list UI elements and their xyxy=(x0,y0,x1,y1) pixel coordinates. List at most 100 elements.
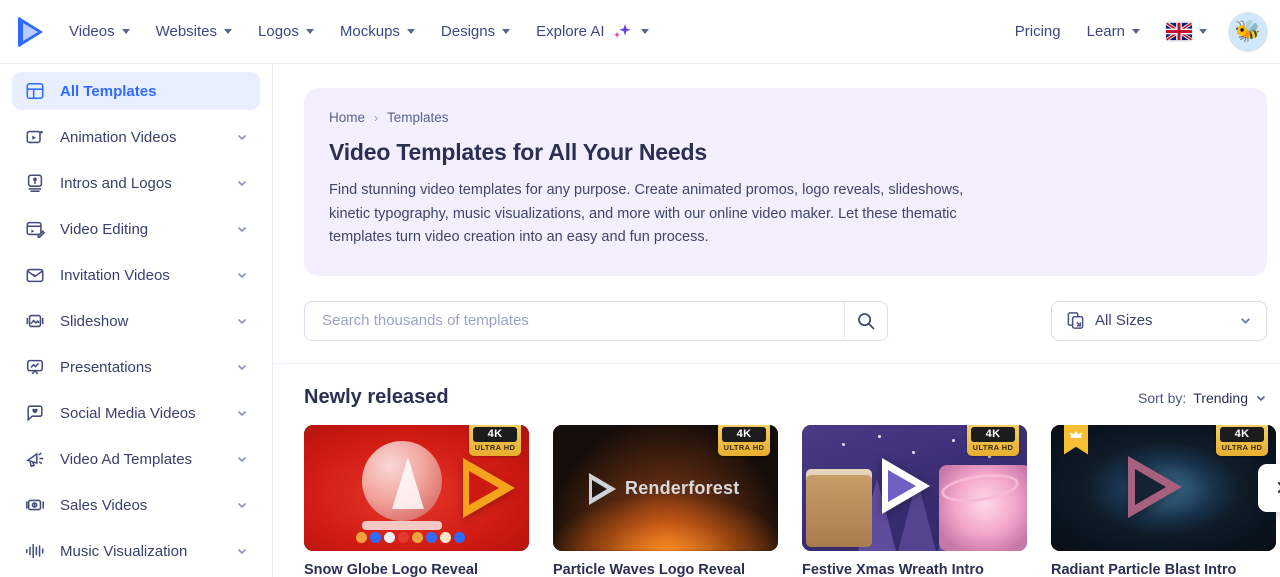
sidebar-item-presentations[interactable]: Presentations xyxy=(12,348,260,386)
sidebar-item-sales-videos[interactable]: Sales Videos xyxy=(12,486,260,524)
sidebar-label: Social Media Videos xyxy=(60,404,196,422)
sidebar: All Templates Animation Videos Intros an… xyxy=(0,64,273,577)
globe-base xyxy=(362,520,442,530)
sidebar-item-intros-and-logos[interactable]: Intros and Logos xyxy=(12,164,260,202)
crown-icon xyxy=(1070,430,1082,438)
quality-badge-sub: ULTRA HD xyxy=(972,442,1014,452)
carousel-next-button[interactable] xyxy=(1258,463,1280,512)
aspect-ratio-icon xyxy=(1067,312,1084,329)
chevron-right-icon: › xyxy=(374,110,379,125)
quality-badge: 4K ULTRA HD xyxy=(718,424,770,456)
sidebar-item-social-media-videos[interactable]: Social Media Videos xyxy=(12,394,260,432)
template-thumbnail[interactable]: 4K ULTRA HD xyxy=(1051,424,1276,551)
chevron-down-icon xyxy=(305,29,314,34)
nav-item-videos[interactable]: Videos xyxy=(56,15,143,48)
renderforest-logo xyxy=(18,16,43,47)
chevron-down-icon xyxy=(237,456,247,463)
video-edit-icon xyxy=(24,218,46,240)
top-header: Videos Websites Logos Mockups Designs Ex… xyxy=(0,0,1280,64)
template-title: Snow Globe Logo Reveal xyxy=(304,561,479,577)
quality-badge-main: 4K xyxy=(971,426,1015,442)
sidebar-item-animation-videos[interactable]: Animation Videos xyxy=(12,118,260,156)
chevron-down-icon xyxy=(237,364,247,371)
nav-item-websites[interactable]: Websites xyxy=(143,15,245,48)
pricing-link[interactable]: Pricing xyxy=(1004,15,1072,48)
template-thumbnail[interactable]: 4K ULTRA HD xyxy=(802,424,1027,551)
ornament xyxy=(412,531,423,543)
chevron-down-icon xyxy=(237,134,247,141)
quality-badge-sub: ULTRA HD xyxy=(1221,442,1263,452)
waveform-icon xyxy=(24,540,46,562)
breadcrumb-home[interactable]: Home xyxy=(329,110,365,125)
sidebar-label: Slideshow xyxy=(60,312,129,330)
nav-label-mockups: Mockups xyxy=(339,23,400,40)
page-title: Video Templates for All Your Needs xyxy=(329,139,707,165)
invitation-icon xyxy=(24,264,46,286)
sidebar-label: Animation Videos xyxy=(60,128,177,146)
learn-menu[interactable]: Learn xyxy=(1076,15,1151,48)
template-card[interactable]: 4K ULTRA HD Snow Globe Logo Reveal xyxy=(304,424,529,577)
sidebar-label: Invitation Videos xyxy=(60,266,170,284)
ornament xyxy=(370,531,381,543)
page-description: Find stunning video templates for any pu… xyxy=(329,182,964,245)
ornament xyxy=(356,531,367,543)
sidebar-item-slideshow[interactable]: Slideshow xyxy=(12,302,260,340)
template-card[interactable]: 4K ULTRA HD Radiant Particle Blast Intro xyxy=(1051,424,1276,577)
snow-dot xyxy=(952,438,955,442)
template-title: Radiant Particle Blast Intro xyxy=(1051,561,1237,577)
chevron-down-icon xyxy=(406,29,415,34)
template-card[interactable]: Renderforest 4K ULTRA HD Particle Waves … xyxy=(553,424,778,577)
ornament xyxy=(440,531,451,543)
sidebar-label: Intros and Logos xyxy=(60,174,172,192)
snow-dot xyxy=(842,442,845,446)
section-header: Newly released Sort by: Trending xyxy=(304,386,1267,409)
sort-control[interactable]: Sort by: Trending xyxy=(1138,390,1267,406)
megaphone-icon xyxy=(24,448,46,470)
sizes-filter-dropdown[interactable]: All Sizes xyxy=(1051,300,1267,341)
quality-badge-sub: ULTRA HD xyxy=(474,442,516,452)
search-button[interactable] xyxy=(844,301,887,340)
template-title: Festive Xmas Wreath Intro xyxy=(802,561,984,577)
chevron-down-icon xyxy=(237,226,247,233)
ornament xyxy=(426,531,437,543)
nav-item-mockups[interactable]: Mockups xyxy=(327,15,428,48)
nav-label-videos: Videos xyxy=(69,23,115,40)
chevron-down-icon xyxy=(237,410,247,417)
presentation-icon xyxy=(24,356,46,378)
chevron-down-icon xyxy=(237,502,247,509)
animation-icon xyxy=(24,126,46,148)
sidebar-item-invitation-videos[interactable]: Invitation Videos xyxy=(12,256,260,294)
quality-badge: 4K ULTRA HD xyxy=(469,424,521,456)
avatar[interactable]: 🐝 xyxy=(1228,11,1268,52)
nav-item-logos[interactable]: Logos xyxy=(245,15,327,48)
nav-item-designs[interactable]: Designs xyxy=(428,15,523,48)
ornament xyxy=(398,531,409,543)
sidebar-label: Video Editing xyxy=(60,220,149,238)
chevron-down-icon xyxy=(640,29,649,34)
intro-icon xyxy=(24,172,46,194)
play-logo-shape xyxy=(463,457,515,518)
quality-badge-main: 4K xyxy=(1220,426,1264,442)
main-content: Home › Templates Video Templates for All… xyxy=(273,64,1280,577)
section-divider xyxy=(273,362,1280,364)
sidebar-label: All Templates xyxy=(60,82,157,100)
sidebar-item-video-editing[interactable]: Video Editing xyxy=(12,210,260,248)
play-logo-shape xyxy=(882,457,930,514)
bee-avatar-icon: 🐝 xyxy=(1234,20,1262,43)
brand-overlay-text: Renderforest xyxy=(625,478,740,498)
template-thumbnail[interactable]: 4K ULTRA HD xyxy=(304,424,529,551)
sidebar-label: Sales Videos xyxy=(60,496,148,514)
language-selector[interactable] xyxy=(1155,14,1218,49)
search-icon xyxy=(858,312,875,329)
template-thumbnail[interactable]: Renderforest 4K ULTRA HD xyxy=(553,424,778,551)
play-logo-shape xyxy=(1128,455,1182,518)
sidebar-item-music-visualization[interactable]: Music Visualization xyxy=(12,532,260,570)
chevron-down-icon xyxy=(237,180,247,187)
logo-button[interactable] xyxy=(0,0,56,64)
nav-item-explore-ai[interactable]: Explore AI xyxy=(523,15,661,49)
sparkles-icon xyxy=(612,23,634,41)
sidebar-item-all-templates[interactable]: All Templates xyxy=(12,72,260,110)
template-card[interactable]: 4K ULTRA HD Festive Xmas Wreath Intro xyxy=(802,424,1027,577)
search-input[interactable] xyxy=(305,301,844,340)
sidebar-item-video-ad-templates[interactable]: Video Ad Templates xyxy=(12,440,260,478)
